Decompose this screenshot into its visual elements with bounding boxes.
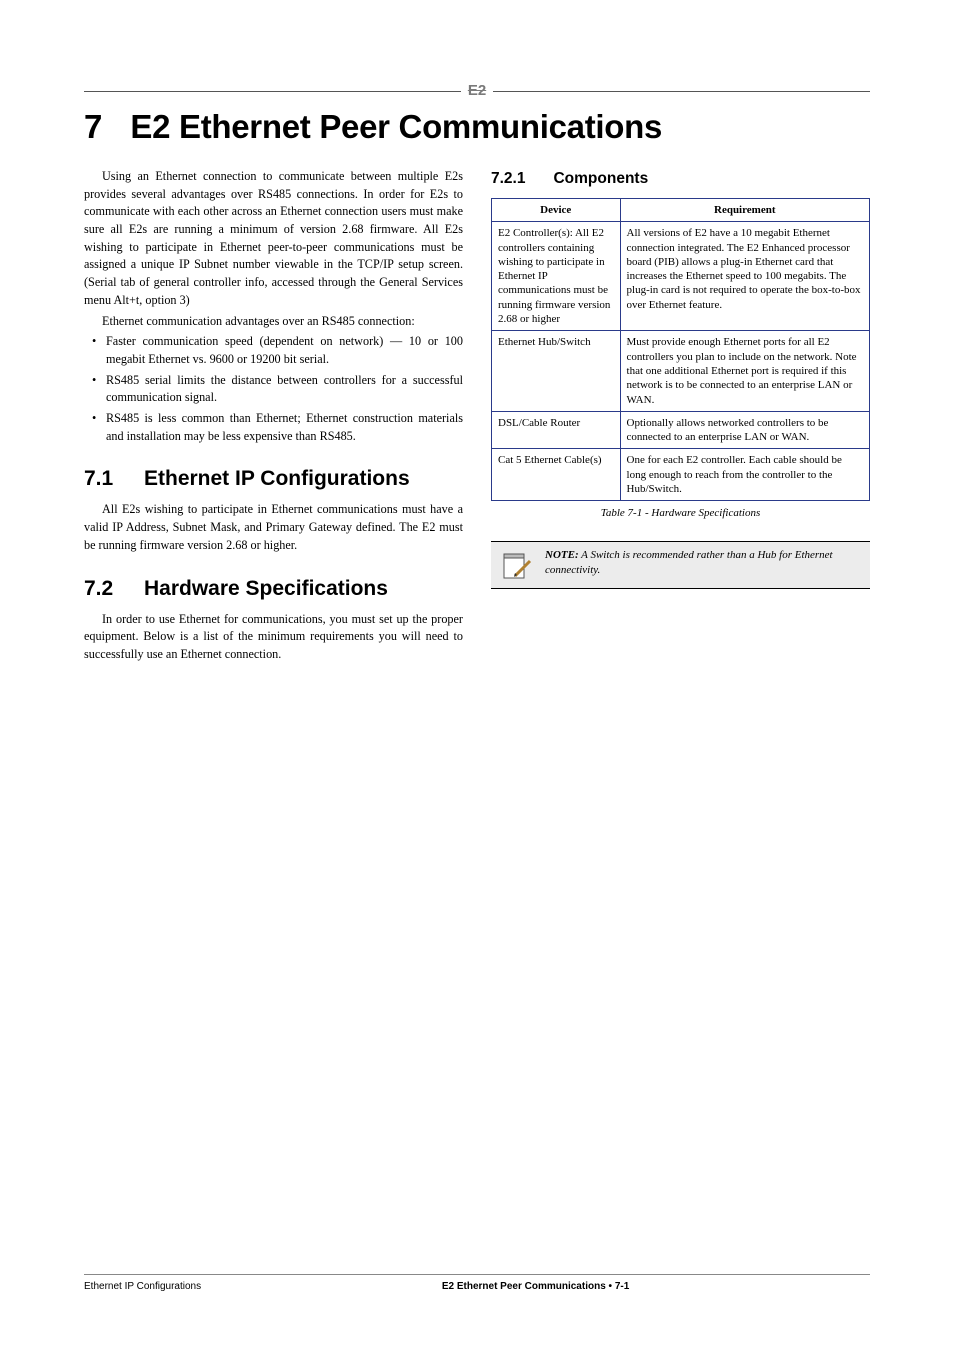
subsection-number: 7.2.1 bbox=[491, 170, 525, 188]
table-cell: E2 Controller(s): All E2 controllers con… bbox=[492, 222, 621, 331]
footer-left: Ethernet IP Configurations bbox=[84, 1281, 201, 1292]
table-row: Cat 5 Ethernet Cable(s) One for each E2 … bbox=[492, 449, 870, 501]
table-header-device: Device bbox=[492, 199, 621, 222]
logo-text: E2 bbox=[463, 82, 491, 99]
note-box: NOTE: A Switch is recommended rather tha… bbox=[491, 541, 870, 589]
table-cell: Ethernet Hub/Switch bbox=[492, 331, 621, 411]
section-title: Ethernet IP Configura­tions bbox=[144, 467, 410, 491]
intro-paragraph-2: Ethernet communication advantages over a… bbox=[84, 313, 463, 331]
bullet-item: RS485 serial limits the distance between… bbox=[84, 372, 463, 407]
chapter-number: 7 bbox=[84, 108, 102, 146]
table-cell: One for each E2 controller. Each cable s… bbox=[620, 449, 869, 501]
header-rule: E2 bbox=[84, 82, 870, 100]
table-row: DSL/Cable Router Optionally allows netwo… bbox=[492, 411, 870, 449]
bullet-item: Faster communication speed (dependent on… bbox=[84, 333, 463, 368]
section-7-2-body: In order to use Ethernet for communicati… bbox=[84, 611, 463, 664]
table-cell: Optionally allows networked controllers … bbox=[620, 411, 869, 449]
advantages-list: Faster communication speed (dependent on… bbox=[84, 333, 463, 445]
note-label: NOTE: bbox=[545, 549, 579, 561]
table-cell: Cat 5 Ethernet Cable(s) bbox=[492, 449, 621, 501]
section-7-1-heading: 7.1 Ethernet IP Configura­tions bbox=[84, 467, 463, 491]
section-number: 7.2 bbox=[84, 577, 126, 601]
chapter-title: E2 Ethernet Peer Communications bbox=[130, 108, 662, 146]
table-cell: DSL/Cable Router bbox=[492, 411, 621, 449]
note-text: NOTE: A Switch is recommended rather tha… bbox=[545, 548, 862, 582]
table-header-row: Device Requirement bbox=[492, 199, 870, 222]
note-icon bbox=[499, 548, 535, 582]
components-table: Device Requirement E2 Controller(s): All… bbox=[491, 198, 870, 501]
footer-center: E2 Ethernet Peer Communications • 7-1 bbox=[442, 1281, 629, 1292]
table-row: Ethernet Hub/Switch Must provide enough … bbox=[492, 331, 870, 411]
page-footer: Ethernet IP Configurations E2 Ethernet P… bbox=[84, 1274, 870, 1292]
section-number: 7.1 bbox=[84, 467, 126, 491]
table-cell: All versions of E2 have a 10 megabit Eth… bbox=[620, 222, 869, 331]
intro-paragraph-1: Using an Ethernet connection to communic… bbox=[84, 168, 463, 310]
subsection-title: Components bbox=[553, 170, 648, 188]
table-header-requirement: Requirement bbox=[620, 199, 869, 222]
table-caption: Table 7-1 - Hardware Specifications bbox=[491, 507, 870, 519]
section-title: Hardware Specifica­tions bbox=[144, 577, 388, 601]
table-cell: Must provide enough Ethernet ports for a… bbox=[620, 331, 869, 411]
section-7-1-body: All E2s wishing to participate in Ethern… bbox=[84, 501, 463, 554]
table-row: E2 Controller(s): All E2 controllers con… bbox=[492, 222, 870, 331]
note-body: A Switch is recommended rather than a Hu… bbox=[545, 549, 833, 576]
subsection-7-2-1-heading: 7.2.1 Components bbox=[491, 170, 870, 188]
chapter-heading: 7 E2 Ethernet Peer Communications bbox=[84, 108, 870, 146]
section-7-2-heading: 7.2 Hardware Specifica­tions bbox=[84, 577, 463, 601]
bullet-item: RS485 is less common than Ethernet; Ethe… bbox=[84, 410, 463, 445]
